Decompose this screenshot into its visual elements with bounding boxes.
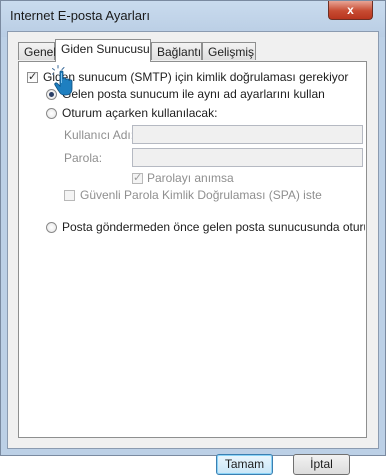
close-icon: x [347,3,354,17]
tab-connection-label: Bağlantı [157,45,202,59]
tab-advanced[interactable]: Gelişmiş [202,42,256,60]
close-button[interactable]: x [328,1,373,20]
log-on-incoming-label[interactable]: Posta göndermeden önce gelen posta sunuc… [62,220,365,234]
password-label: Parola: [64,151,103,165]
tab-connection[interactable]: Bağlantı [151,42,202,60]
hand-pointer-icon [52,65,73,96]
tab-general[interactable]: Genel [18,42,57,60]
log-on-using-label[interactable]: Oturum açarken kullanılacak: [62,106,217,120]
outgoing-server-panel: Giden sunucum (SMTP) için kimlik doğrula… [18,61,367,438]
dialog-window: Internet E-posta Ayarları x Genel Giden … [0,0,386,475]
password-field[interactable] [132,148,363,167]
remember-password-checkbox[interactable] [132,171,143,184]
username-label: Kullanıcı Adı: [64,128,135,142]
ok-button[interactable]: Tamam [216,454,273,475]
window-title: Internet E-posta Ayarları [10,8,150,23]
spa-checkbox[interactable] [64,190,75,201]
use-incoming-settings-label[interactable]: Gelen posta sunucum ile aynı ad ayarları… [62,87,325,101]
remember-password-label: Parolayı anımsa [147,171,234,185]
spa-label: Güvenli Parola Kimlik Doğrulaması (SPA) … [80,188,322,202]
username-field[interactable] [132,125,363,144]
tab-outgoing-server[interactable]: Giden Sunucusu [55,39,151,62]
smtp-auth-checkbox[interactable] [27,70,38,83]
tab-advanced-label: Gelişmiş [208,45,255,59]
tab-general-label: Genel [24,45,57,59]
tab-outgoing-server-label: Giden Sunucusu [61,42,150,56]
cancel-button[interactable]: İptal [293,454,350,475]
log-on-using-radio[interactable] [46,108,57,119]
log-on-incoming-radio[interactable] [46,222,57,233]
smtp-auth-label[interactable]: Giden sunucum (SMTP) için kimlik doğrula… [43,70,348,84]
